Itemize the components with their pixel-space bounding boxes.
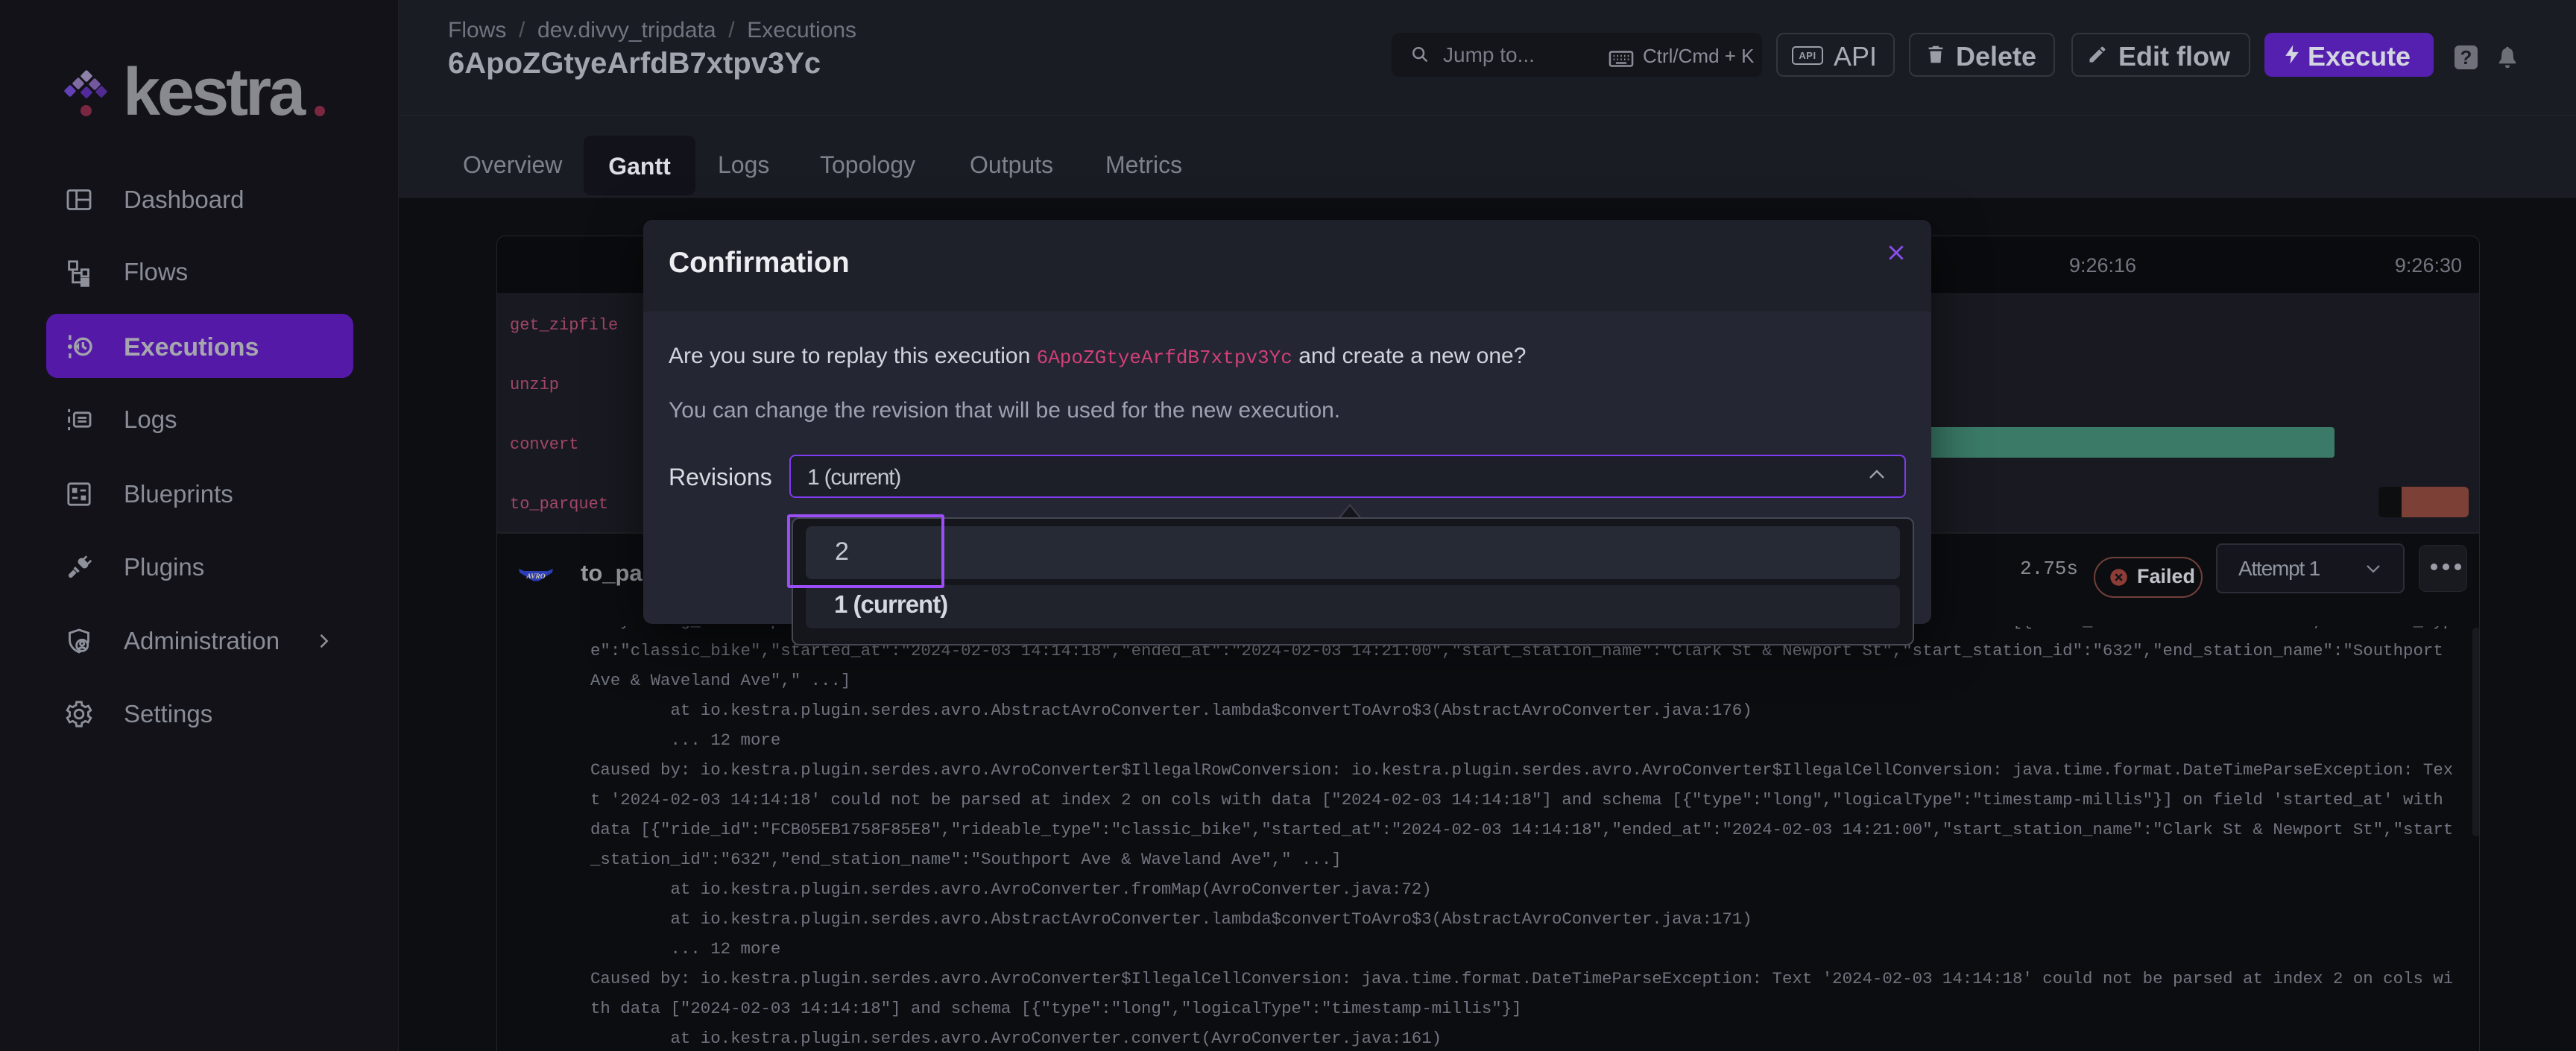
svg-text:AVRO: AVRO <box>525 573 545 581</box>
